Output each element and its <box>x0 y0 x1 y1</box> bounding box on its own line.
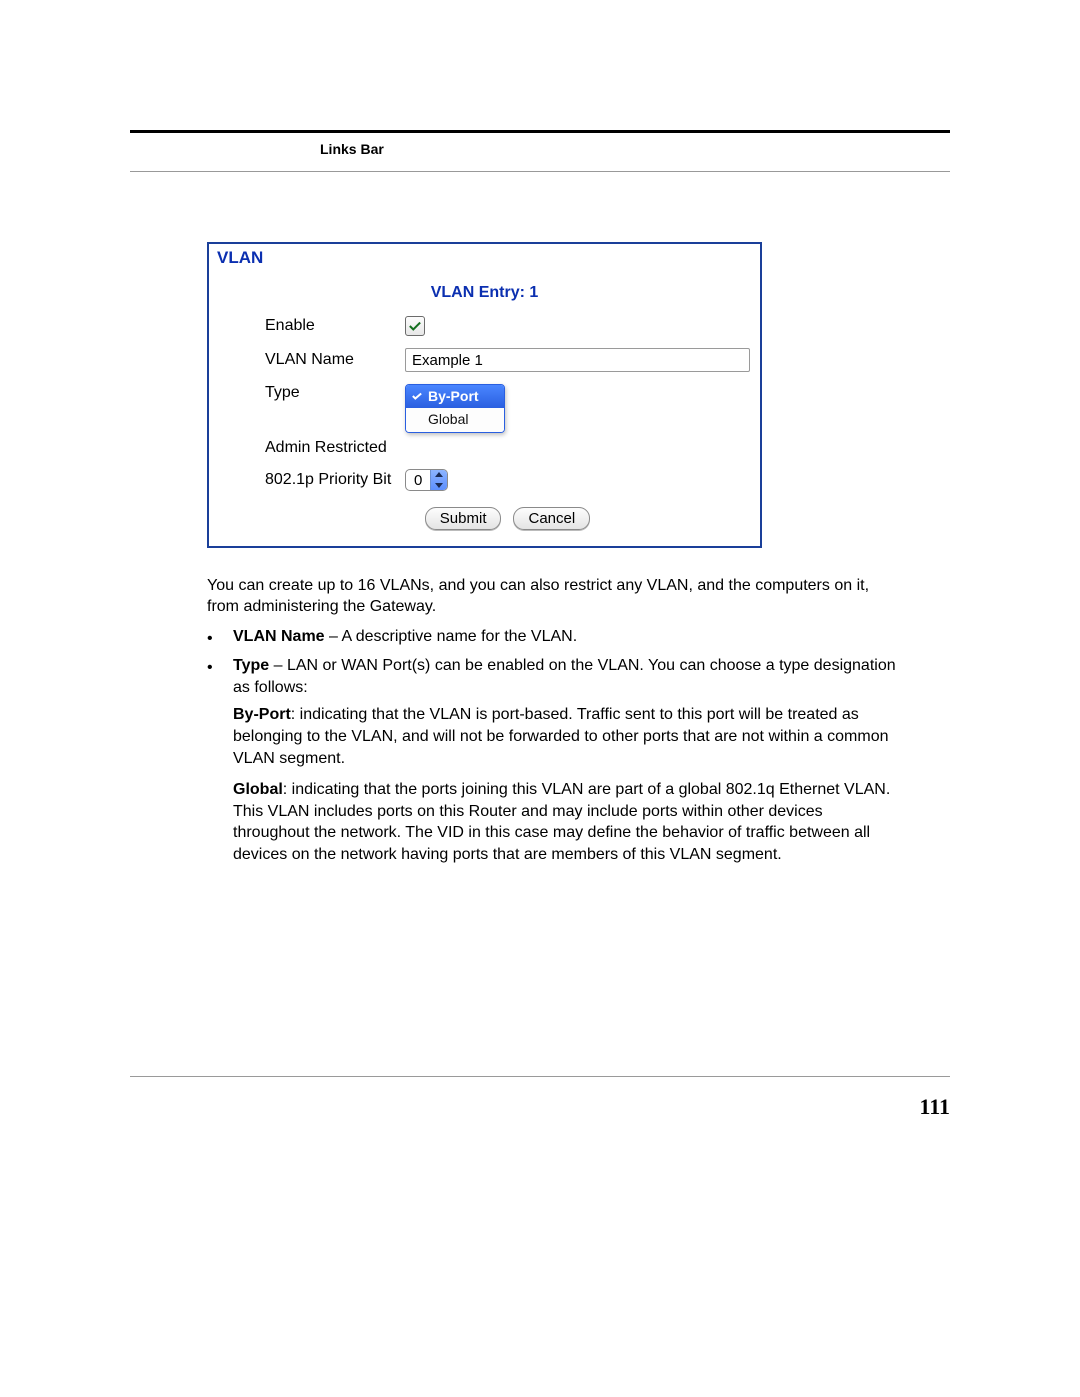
label-enable: Enable <box>265 317 405 335</box>
form-area: Enable VLAN Name Type By-Port Global <box>209 310 760 546</box>
priority-value: 0 <box>406 472 430 489</box>
header-section: Links Bar <box>130 139 950 165</box>
row-admin-restricted: Admin Restricted <box>265 433 750 463</box>
type-option-global[interactable]: Global <box>406 408 504 432</box>
vlan-name-input[interactable] <box>405 348 750 372</box>
label-admin-restricted: Admin Restricted <box>265 439 387 457</box>
type-option-byport[interactable]: By-Port <box>406 385 504 408</box>
top-rule-thick <box>130 130 950 133</box>
footer-rule <box>130 1076 950 1077</box>
footer: 111 <box>130 1076 950 1077</box>
stepper-buttons[interactable] <box>430 469 447 491</box>
vlan-panel: VLAN VLAN Entry: 1 Enable VLAN Name Type… <box>207 242 762 548</box>
chevron-up-icon[interactable] <box>431 469 447 480</box>
label-type: Type <box>265 384 405 402</box>
row-enable: Enable <box>265 310 750 342</box>
label-vlan-name: VLAN Name <box>265 351 405 369</box>
chevron-down-icon[interactable] <box>431 480 447 491</box>
row-priority: 802.1p Priority Bit 0 <box>265 463 750 497</box>
sub-byport: By-Port: indicating that the VLAN is por… <box>233 704 897 769</box>
label-priority: 802.1p Priority Bit <box>265 471 405 489</box>
bullet-vlan-name: • VLAN Name – A descriptive name for the… <box>207 626 897 650</box>
type-selected-label: By-Port <box>428 388 479 404</box>
header-links-bar: Links Bar <box>320 141 384 157</box>
panel-entry-heading: VLAN Entry: 1 <box>209 270 760 310</box>
enable-checkbox[interactable] <box>405 316 425 336</box>
row-vlan-name: VLAN Name <box>265 342 750 378</box>
priority-stepper[interactable]: 0 <box>405 469 448 491</box>
panel-title: VLAN <box>209 244 760 270</box>
row-type: Type By-Port Global <box>265 378 750 439</box>
bullet-type: • Type – LAN or WAN Port(s) can be enabl… <box>207 655 897 698</box>
top-rule-thin <box>130 171 950 172</box>
bullet-list: • VLAN Name – A descriptive name for the… <box>207 626 897 866</box>
page-number: 111 <box>919 1094 950 1120</box>
check-icon <box>409 321 421 331</box>
check-icon <box>412 392 422 400</box>
sub-global: Global: indicating that the ports joinin… <box>233 779 897 865</box>
button-row: Submit Cancel <box>265 497 750 534</box>
intro-paragraph: You can create up to 16 VLANs, and you c… <box>207 576 897 618</box>
type-dropdown[interactable]: By-Port Global <box>405 384 505 433</box>
submit-button[interactable]: Submit <box>425 507 502 530</box>
cancel-button[interactable]: Cancel <box>513 507 590 530</box>
